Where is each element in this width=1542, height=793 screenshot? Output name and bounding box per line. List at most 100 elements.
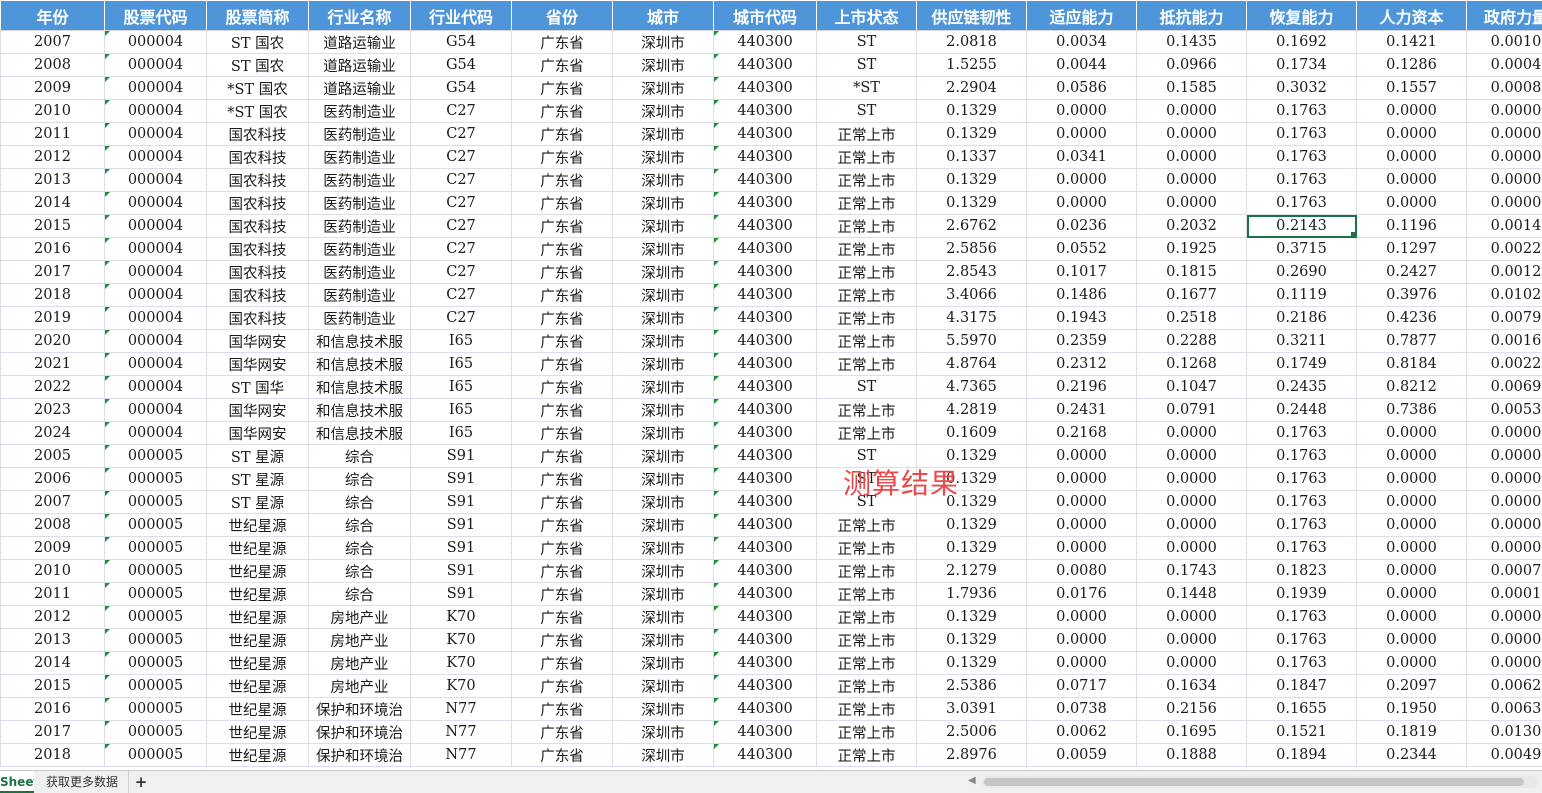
table-cell[interactable]: 深圳市 xyxy=(612,329,714,353)
table-cell[interactable]: 0.2431 xyxy=(1026,398,1137,422)
column-header[interactable]: 供应链韧性 xyxy=(916,0,1027,31)
table-cell[interactable]: 000004 xyxy=(104,30,207,54)
table-cell[interactable]: ST xyxy=(816,490,917,514)
table-cell[interactable]: 0.0000 xyxy=(1136,536,1247,560)
table-cell[interactable]: 4.2819 xyxy=(916,398,1027,422)
table-cell[interactable]: 0.1763 xyxy=(1246,605,1357,629)
table-cell[interactable]: 0.2097 xyxy=(1356,674,1467,698)
table-cell[interactable]: 0.1017 xyxy=(1026,260,1137,284)
table-cell[interactable]: I65 xyxy=(410,421,512,445)
table-cell[interactable]: 0.1286 xyxy=(1356,53,1467,77)
table-cell[interactable]: 0.1337 xyxy=(916,145,1027,169)
table-cell[interactable]: 和信息技术服 xyxy=(308,375,411,399)
table-cell[interactable]: 深圳市 xyxy=(612,306,714,330)
table-cell[interactable]: ST xyxy=(816,53,917,77)
table-cell[interactable]: 医药制造业 xyxy=(308,145,411,169)
table-cell[interactable]: 0.2448 xyxy=(1246,398,1357,422)
table-cell[interactable]: 0.2168 xyxy=(1026,421,1137,445)
table-cell[interactable]: 正常上市 xyxy=(816,122,917,146)
table-cell[interactable]: 0.0000 xyxy=(1356,536,1467,560)
table-cell[interactable]: 0.0236 xyxy=(1026,214,1137,238)
table-cell[interactable]: 深圳市 xyxy=(612,375,714,399)
table-cell[interactable]: 广东省 xyxy=(511,283,613,307)
table-cell[interactable]: 3.0391 xyxy=(916,697,1027,721)
column-header[interactable]: 股票代码 xyxy=(104,0,207,31)
table-cell[interactable]: *ST 国农 xyxy=(206,99,309,123)
table-cell[interactable]: 440300 xyxy=(713,559,817,583)
table-cell[interactable]: 2024 xyxy=(0,421,105,445)
table-cell[interactable]: 0.2032 xyxy=(1136,214,1247,238)
table-cell[interactable]: 000004 xyxy=(104,306,207,330)
table-cell[interactable]: 正常上市 xyxy=(816,628,917,652)
table-cell[interactable]: 0.0014 xyxy=(1466,214,1542,238)
table-cell[interactable]: 000005 xyxy=(104,490,207,514)
table-cell[interactable]: 广东省 xyxy=(511,605,613,629)
table-cell[interactable]: 广东省 xyxy=(511,697,613,721)
table-cell[interactable]: 000004 xyxy=(104,352,207,376)
table-cell[interactable]: 0.0000 xyxy=(1466,122,1542,146)
table-cell[interactable]: 0.8212 xyxy=(1356,375,1467,399)
table-cell[interactable]: 保护和环境治 xyxy=(308,697,411,721)
column-header[interactable]: 年份 xyxy=(0,0,105,31)
table-cell[interactable]: 0.2156 xyxy=(1136,697,1247,721)
table-cell[interactable]: 0.2312 xyxy=(1026,352,1137,376)
table-cell[interactable]: 440300 xyxy=(713,237,817,261)
table-cell[interactable]: 国华网安 xyxy=(206,352,309,376)
table-cell[interactable]: 广东省 xyxy=(511,559,613,583)
table-cell[interactable]: 2017 xyxy=(0,260,105,284)
table-cell[interactable]: 2023 xyxy=(0,398,105,422)
table-cell[interactable]: 房地产业 xyxy=(308,628,411,652)
table-cell[interactable]: 0.0000 xyxy=(1356,651,1467,675)
table-cell[interactable]: 0.0022 xyxy=(1466,352,1542,376)
table-cell[interactable]: 0.0000 xyxy=(1136,191,1247,215)
table-cell[interactable]: ST 国农 xyxy=(206,30,309,54)
table-cell[interactable]: 0.1677 xyxy=(1136,283,1247,307)
table-cell[interactable]: ST 星源 xyxy=(206,444,309,468)
table-cell[interactable]: 000004 xyxy=(104,375,207,399)
table-cell[interactable]: 0.1196 xyxy=(1356,214,1467,238)
table-cell[interactable]: 正常上市 xyxy=(816,582,917,606)
column-header[interactable]: 抵抗能力 xyxy=(1136,0,1247,31)
table-cell[interactable]: 正常上市 xyxy=(816,145,917,169)
table-cell[interactable]: 广东省 xyxy=(511,122,613,146)
table-cell[interactable]: 4.8764 xyxy=(916,352,1027,376)
table-cell[interactable]: 0.2143 xyxy=(1246,214,1357,238)
table-cell[interactable]: 0.1421 xyxy=(1356,30,1467,54)
table-cell[interactable]: 正常上市 xyxy=(816,168,917,192)
table-cell[interactable]: 广东省 xyxy=(511,53,613,77)
table-cell[interactable]: 2.5856 xyxy=(916,237,1027,261)
table-cell[interactable]: 广东省 xyxy=(511,168,613,192)
table-cell[interactable]: 000004 xyxy=(104,214,207,238)
table-cell[interactable]: 广东省 xyxy=(511,536,613,560)
table-cell[interactable]: 0.0176 xyxy=(1026,582,1137,606)
table-cell[interactable]: 0.1943 xyxy=(1026,306,1137,330)
table-cell[interactable]: 2008 xyxy=(0,513,105,537)
table-cell[interactable]: 深圳市 xyxy=(612,559,714,583)
table-cell[interactable]: 0.0586 xyxy=(1026,76,1137,100)
table-cell[interactable]: 正常上市 xyxy=(816,743,917,767)
table-cell[interactable]: C27 xyxy=(410,168,512,192)
table-cell[interactable]: 0.0007 xyxy=(1466,559,1542,583)
table-cell[interactable]: 深圳市 xyxy=(612,720,714,744)
table-cell[interactable]: 2011 xyxy=(0,582,105,606)
table-cell[interactable]: 2.8543 xyxy=(916,260,1027,284)
table-cell[interactable]: C27 xyxy=(410,306,512,330)
table-cell[interactable]: 2014 xyxy=(0,191,105,215)
table-cell[interactable]: 0.0738 xyxy=(1026,697,1137,721)
table-cell[interactable]: 广东省 xyxy=(511,30,613,54)
table-cell[interactable]: 440300 xyxy=(713,605,817,629)
table-cell[interactable]: 广东省 xyxy=(511,582,613,606)
table-cell[interactable]: 道路运输业 xyxy=(308,76,411,100)
table-cell[interactable]: 000004 xyxy=(104,122,207,146)
table-cell[interactable]: 0.1823 xyxy=(1246,559,1357,583)
table-cell[interactable]: 0.0000 xyxy=(1356,490,1467,514)
table-cell[interactable]: 0.1329 xyxy=(916,99,1027,123)
table-cell[interactable]: G54 xyxy=(410,53,512,77)
table-cell[interactable]: S91 xyxy=(410,490,512,514)
table-cell[interactable]: 0.0000 xyxy=(1356,559,1467,583)
table-cell[interactable]: 综合 xyxy=(308,444,411,468)
table-cell[interactable]: 0.0000 xyxy=(1136,145,1247,169)
table-cell[interactable]: 0.0000 xyxy=(1466,651,1542,675)
table-cell[interactable]: 000005 xyxy=(104,743,207,767)
table-cell[interactable]: 0.0000 xyxy=(1026,651,1137,675)
